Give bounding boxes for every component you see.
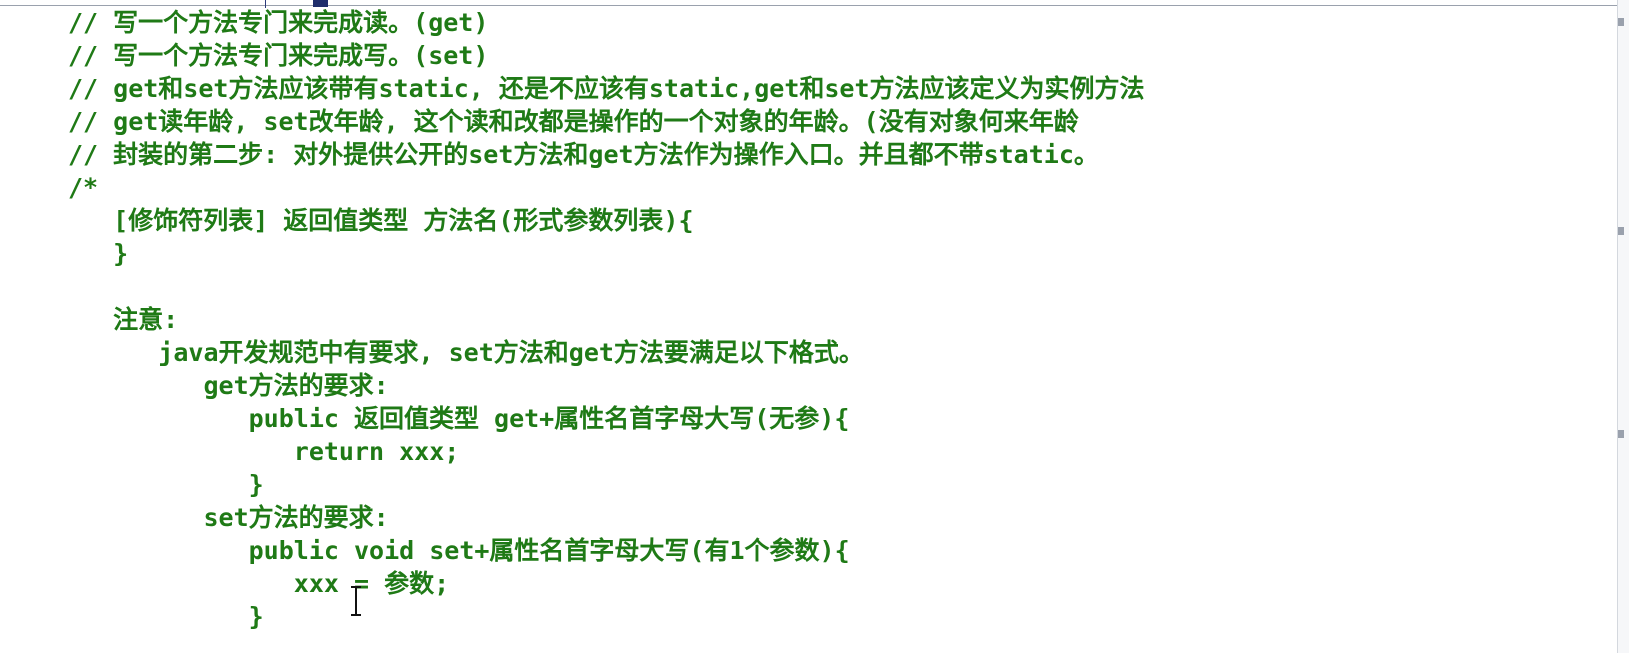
- code-line: public void set+属性名首字母大写(有1个参数){: [68, 536, 850, 565]
- code-line: return xxx;: [68, 437, 460, 466]
- code-line: // get读年龄, set改年龄, 这个读和改都是操作的一个对象的年龄。(没有…: [68, 107, 1079, 136]
- code-line: public 返回值类型 get+属性名首字母大写(无参){: [68, 404, 850, 433]
- code-line: 注意:: [68, 305, 179, 334]
- code-editor[interactable]: // 写一个方法专门来完成读。(get) // 写一个方法专门来完成写。(set…: [0, 6, 1600, 653]
- scroll-overview-ruler[interactable]: [1617, 0, 1629, 653]
- code-line: }: [68, 470, 264, 499]
- code-line: /*: [68, 173, 99, 202]
- code-line: xxx = 参数;: [68, 569, 450, 598]
- code-line: java开发规范中有要求, set方法和get方法要满足以下格式。: [68, 338, 864, 367]
- text-cursor: [351, 586, 361, 616]
- code-line: }: [68, 602, 264, 631]
- code-line: set方法的要求:: [68, 503, 389, 532]
- code-line: // get和set方法应该带有static, 还是不应该有static,get…: [68, 74, 1145, 103]
- scroll-marker: [1618, 430, 1624, 438]
- code-line: // 写一个方法专门来完成写。(set): [68, 41, 489, 70]
- code-line: }: [68, 239, 129, 268]
- code-line: // 写一个方法专门来完成读。(get): [68, 8, 489, 37]
- scroll-marker: [1618, 18, 1624, 26]
- code-line: // 封装的第二步: 对外提供公开的set方法和get方法作为操作入口。并且都不…: [68, 140, 1099, 169]
- code-line: get方法的要求:: [68, 371, 389, 400]
- code-line: [修饰符列表] 返回值类型 方法名(形式参数列表){: [68, 206, 694, 235]
- scroll-marker: [1618, 227, 1624, 235]
